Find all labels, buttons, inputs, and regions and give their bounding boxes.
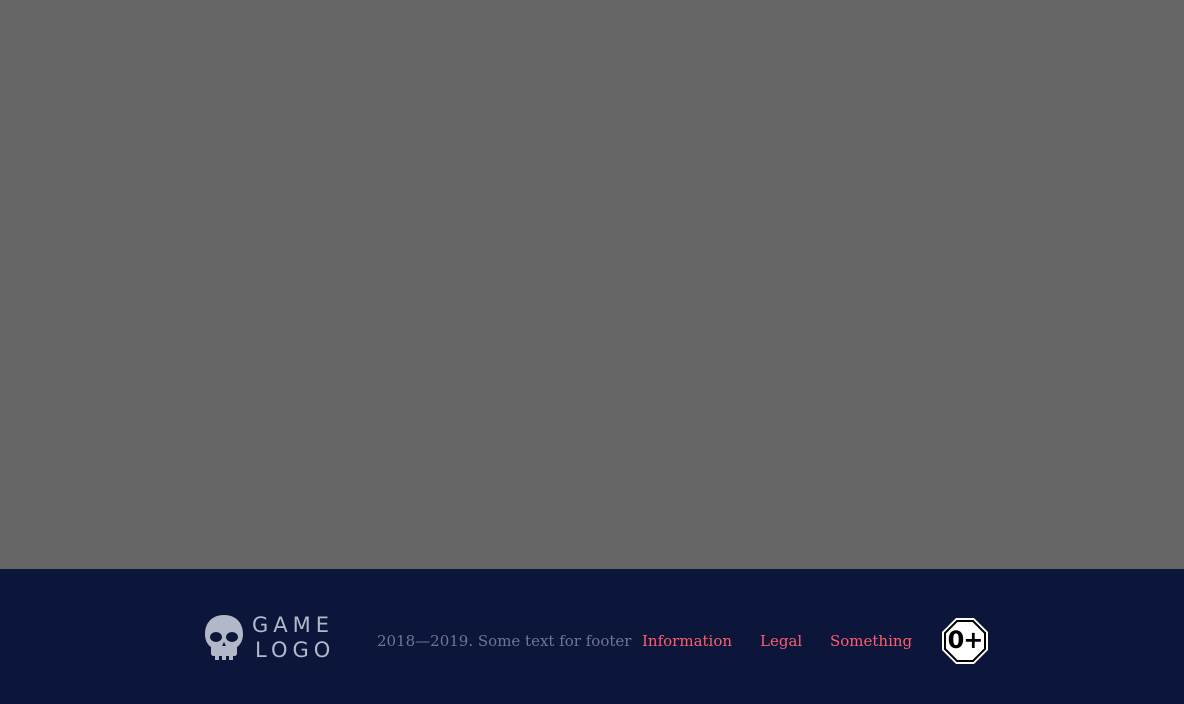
game-logo[interactable]: GAME LOGO	[203, 613, 337, 663]
logo-line-2: LOGO	[255, 638, 336, 662]
footer-link-legal[interactable]: Legal	[760, 632, 802, 650]
age-rating-label: 0+	[947, 626, 984, 654]
age-rating-badge: 0+	[941, 617, 989, 665]
logo-line-1: GAME	[252, 613, 335, 637]
footer-link-information[interactable]: Information	[642, 632, 732, 650]
skull-icon	[205, 615, 243, 660]
footer-link-something[interactable]: Something	[830, 632, 912, 650]
main-content-area	[0, 0, 1184, 569]
page-footer: GAME LOGO 2018—2019. Some text for foote…	[0, 569, 1184, 704]
logo-wordmark: GAME LOGO	[252, 613, 335, 663]
copyright-text: 2018—2019. Some text for footer	[377, 632, 632, 650]
